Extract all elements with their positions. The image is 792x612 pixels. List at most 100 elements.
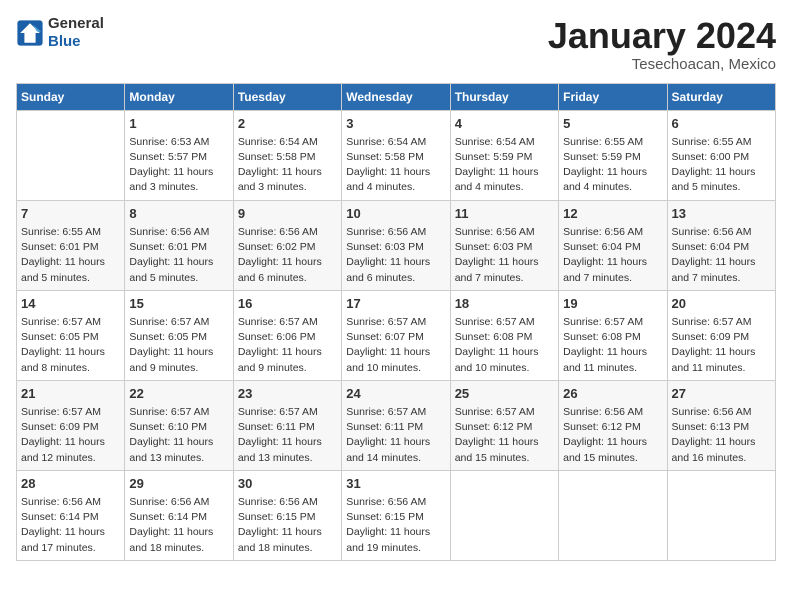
cell-info: Sunrise: 6:56 AMSunset: 6:01 PMDaylight:… xyxy=(129,225,228,286)
day-number: 7 xyxy=(21,205,120,223)
logo-line2: Blue xyxy=(48,33,104,50)
day-number: 2 xyxy=(238,115,337,133)
day-number: 30 xyxy=(238,475,337,493)
day-number: 15 xyxy=(129,295,228,313)
weekday-header-wednesday: Wednesday xyxy=(342,83,450,110)
weekday-header-saturday: Saturday xyxy=(667,83,775,110)
calendar-cell: 31Sunrise: 6:56 AMSunset: 6:15 PMDayligh… xyxy=(342,470,450,560)
calendar-cell: 4 Sunrise: 6:54 AMSunset: 5:59 PMDaylight… xyxy=(450,110,558,200)
calendar-week-row: 1 Sunrise: 6:53 AMSunset: 5:57 PMDaylight… xyxy=(17,110,776,200)
day-number: 10 xyxy=(346,205,445,223)
calendar-cell: 19 Sunrise: 6:57 AMSunset: 6:08 PMDayligh… xyxy=(559,290,667,380)
calendar-cell: 3 Sunrise: 6:54 AMSunset: 5:58 PMDaylight… xyxy=(342,110,450,200)
calendar-week-row: 7 Sunrise: 6:55 AMSunset: 6:01 PMDaylight… xyxy=(17,200,776,290)
calendar-cell: 6 Sunrise: 6:55 AMSunset: 6:00 PMDaylight… xyxy=(667,110,775,200)
title-block: January 2024 Tesechoacan, Mexico xyxy=(548,16,776,73)
cell-info: Sunrise: 6:57 AMSunset: 6:09 PMDaylight:… xyxy=(21,405,120,466)
calendar-cell: 14 Sunrise: 6:57 AMSunset: 6:05 PMDayligh… xyxy=(17,290,125,380)
cell-info: Sunrise: 6:56 AMSunset: 6:04 PMDaylight:… xyxy=(672,225,771,286)
day-number: 21 xyxy=(21,385,120,403)
cell-info: Sunrise: 6:57 AMSunset: 6:10 PMDaylight:… xyxy=(129,405,228,466)
calendar-cell: 24 Sunrise: 6:57 AMSunset: 6:11 PMDayligh… xyxy=(342,380,450,470)
cell-info: Sunrise: 6:56 AMSunset: 6:15 PMDaylight:… xyxy=(346,495,445,556)
calendar-header-row: SundayMondayTuesdayWednesdayThursdayFrid… xyxy=(17,83,776,110)
calendar-cell: 9 Sunrise: 6:56 AMSunset: 6:02 PMDaylight… xyxy=(233,200,341,290)
cell-info: Sunrise: 6:57 AMSunset: 6:05 PMDaylight:… xyxy=(129,315,228,376)
calendar-week-row: 14 Sunrise: 6:57 AMSunset: 6:05 PMDayligh… xyxy=(17,290,776,380)
calendar-cell: 27Sunrise: 6:56 AMSunset: 6:13 PMDayligh… xyxy=(667,380,775,470)
calendar-cell: 1 Sunrise: 6:53 AMSunset: 5:57 PMDaylight… xyxy=(125,110,233,200)
cell-info: Sunrise: 6:54 AMSunset: 5:59 PMDaylight:… xyxy=(455,135,554,196)
calendar-cell xyxy=(17,110,125,200)
day-number: 22 xyxy=(129,385,228,403)
calendar-cell: 28Sunrise: 6:56 AMSunset: 6:14 PMDayligh… xyxy=(17,470,125,560)
day-number: 24 xyxy=(346,385,445,403)
day-number: 17 xyxy=(346,295,445,313)
logo: General Blue xyxy=(16,16,104,50)
weekday-header-sunday: Sunday xyxy=(17,83,125,110)
day-number: 25 xyxy=(455,385,554,403)
logo-text: General Blue xyxy=(48,16,104,50)
calendar-cell: 12 Sunrise: 6:56 AMSunset: 6:04 PMDayligh… xyxy=(559,200,667,290)
day-number: 11 xyxy=(455,205,554,223)
day-number: 28 xyxy=(21,475,120,493)
cell-info: Sunrise: 6:56 AMSunset: 6:15 PMDaylight:… xyxy=(238,495,337,556)
day-number: 5 xyxy=(563,115,662,133)
cell-info: Sunrise: 6:55 AMSunset: 6:00 PMDaylight:… xyxy=(672,135,771,196)
cell-info: Sunrise: 6:57 AMSunset: 6:08 PMDaylight:… xyxy=(455,315,554,376)
cell-info: Sunrise: 6:57 AMSunset: 6:08 PMDaylight:… xyxy=(563,315,662,376)
calendar-cell: 16Sunrise: 6:57 AMSunset: 6:06 PMDayligh… xyxy=(233,290,341,380)
weekday-header-friday: Friday xyxy=(559,83,667,110)
calendar-cell xyxy=(667,470,775,560)
calendar-cell: 13Sunrise: 6:56 AMSunset: 6:04 PMDayligh… xyxy=(667,200,775,290)
weekday-header-thursday: Thursday xyxy=(450,83,558,110)
day-number: 14 xyxy=(21,295,120,313)
calendar-cell: 17 Sunrise: 6:57 AMSunset: 6:07 PMDayligh… xyxy=(342,290,450,380)
cell-info: Sunrise: 6:57 AMSunset: 6:06 PMDaylight:… xyxy=(238,315,337,376)
calendar-cell: 22 Sunrise: 6:57 AMSunset: 6:10 PMDayligh… xyxy=(125,380,233,470)
calendar-cell xyxy=(450,470,558,560)
calendar-cell: 25 Sunrise: 6:57 AMSunset: 6:12 PMDayligh… xyxy=(450,380,558,470)
day-number: 6 xyxy=(672,115,771,133)
calendar-cell: 18 Sunrise: 6:57 AMSunset: 6:08 PMDayligh… xyxy=(450,290,558,380)
day-number: 9 xyxy=(238,205,337,223)
cell-info: Sunrise: 6:56 AMSunset: 6:03 PMDaylight:… xyxy=(455,225,554,286)
calendar-cell: 2Sunrise: 6:54 AMSunset: 5:58 PMDaylight… xyxy=(233,110,341,200)
calendar-week-row: 28Sunrise: 6:56 AMSunset: 6:14 PMDayligh… xyxy=(17,470,776,560)
cell-info: Sunrise: 6:55 AMSunset: 6:01 PMDaylight:… xyxy=(21,225,120,286)
calendar-cell: 5 Sunrise: 6:55 AMSunset: 5:59 PMDaylight… xyxy=(559,110,667,200)
logo-line1: General xyxy=(48,16,104,33)
cell-info: Sunrise: 6:53 AMSunset: 5:57 PMDaylight:… xyxy=(129,135,228,196)
calendar-cell: 20Sunrise: 6:57 AMSunset: 6:09 PMDayligh… xyxy=(667,290,775,380)
day-number: 18 xyxy=(455,295,554,313)
cell-info: Sunrise: 6:57 AMSunset: 6:05 PMDaylight:… xyxy=(21,315,120,376)
page-header: General Blue January 2024 Tesechoacan, M… xyxy=(16,16,776,73)
weekday-header-monday: Monday xyxy=(125,83,233,110)
calendar-cell: 11 Sunrise: 6:56 AMSunset: 6:03 PMDayligh… xyxy=(450,200,558,290)
day-number: 1 xyxy=(129,115,228,133)
calendar-cell xyxy=(559,470,667,560)
cell-info: Sunrise: 6:54 AMSunset: 5:58 PMDaylight:… xyxy=(346,135,445,196)
weekday-header-tuesday: Tuesday xyxy=(233,83,341,110)
cell-info: Sunrise: 6:56 AMSunset: 6:04 PMDaylight:… xyxy=(563,225,662,286)
calendar-cell: 30 Sunrise: 6:56 AMSunset: 6:15 PMDayligh… xyxy=(233,470,341,560)
cell-info: Sunrise: 6:57 AMSunset: 6:11 PMDaylight:… xyxy=(346,405,445,466)
cell-info: Sunrise: 6:57 AMSunset: 6:12 PMDaylight:… xyxy=(455,405,554,466)
day-number: 3 xyxy=(346,115,445,133)
day-number: 19 xyxy=(563,295,662,313)
day-number: 8 xyxy=(129,205,228,223)
calendar-week-row: 21 Sunrise: 6:57 AMSunset: 6:09 PMDayligh… xyxy=(17,380,776,470)
calendar-cell: 7 Sunrise: 6:55 AMSunset: 6:01 PMDaylight… xyxy=(17,200,125,290)
cell-info: Sunrise: 6:57 AMSunset: 6:07 PMDaylight:… xyxy=(346,315,445,376)
day-number: 12 xyxy=(563,205,662,223)
cell-info: Sunrise: 6:55 AMSunset: 5:59 PMDaylight:… xyxy=(563,135,662,196)
cell-info: Sunrise: 6:56 AMSunset: 6:12 PMDaylight:… xyxy=(563,405,662,466)
calendar-cell: 15 Sunrise: 6:57 AMSunset: 6:05 PMDayligh… xyxy=(125,290,233,380)
cell-info: Sunrise: 6:56 AMSunset: 6:02 PMDaylight:… xyxy=(238,225,337,286)
location-title: Tesechoacan, Mexico xyxy=(548,56,776,73)
day-number: 23 xyxy=(238,385,337,403)
calendar-cell: 23Sunrise: 6:57 AMSunset: 6:11 PMDayligh… xyxy=(233,380,341,470)
cell-info: Sunrise: 6:57 AMSunset: 6:09 PMDaylight:… xyxy=(672,315,771,376)
calendar-cell: 10Sunrise: 6:56 AMSunset: 6:03 PMDayligh… xyxy=(342,200,450,290)
day-number: 4 xyxy=(455,115,554,133)
